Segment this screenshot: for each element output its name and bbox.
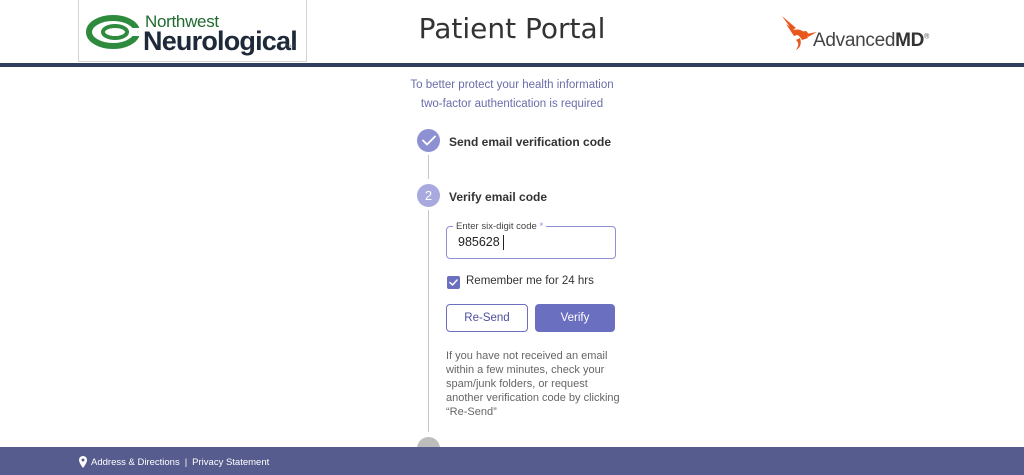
security-notice-line2: two-factor authentication is required — [420, 98, 604, 110]
vendor-logo-regular: Advanced — [813, 30, 896, 51]
step-connector — [428, 155, 429, 179]
verification-code-value[interactable]: 985628 — [458, 235, 500, 249]
address-directions-link[interactable]: Address & Directions — [91, 457, 180, 468]
vendor-logo: AdvancedMD® — [780, 14, 950, 54]
step-1-title: Send email verification code — [449, 135, 612, 149]
header: Northwest Neurological PLLC Patient Port… — [0, 0, 1024, 66]
footer-links: Address & Directions | Privacy Statement — [79, 456, 269, 468]
remember-me-checkbox[interactable] — [447, 276, 460, 289]
header-divider — [0, 63, 1024, 67]
footer: Address & Directions | Privacy Statement — [0, 447, 1024, 475]
check-icon — [421, 135, 436, 146]
security-notice: To better protect your health informatio… — [312, 76, 712, 114]
step-1-complete-indicator — [417, 129, 440, 152]
verify-button[interactable]: Verify — [535, 304, 615, 332]
privacy-statement-link[interactable]: Privacy Statement — [192, 457, 269, 468]
vendor-logo-trademark: ® — [924, 33, 929, 41]
resend-help-text: If you have not received an email within… — [446, 350, 620, 418]
footer-separator: | — [184, 456, 188, 468]
step-2-number: 2 — [417, 184, 440, 207]
vendor-logo-text: AdvancedMD® — [813, 30, 929, 52]
resend-button[interactable]: Re-Send — [446, 304, 528, 332]
verification-code-label: Enter six-digit code * — [453, 221, 547, 232]
security-notice-line1: To better protect your health informatio… — [410, 79, 614, 91]
required-marker: * — [539, 221, 544, 232]
vendor-logo-bold: MD — [895, 30, 925, 51]
checkmark-icon — [449, 279, 458, 286]
step-2-title: Verify email code — [449, 190, 548, 204]
verification-code-label-text: Enter six-digit code — [456, 221, 537, 232]
step-connector — [428, 210, 429, 432]
remember-me-label[interactable]: Remember me for 24 hrs — [466, 275, 594, 287]
map-pin-icon — [79, 456, 87, 468]
text-caret — [503, 235, 504, 250]
